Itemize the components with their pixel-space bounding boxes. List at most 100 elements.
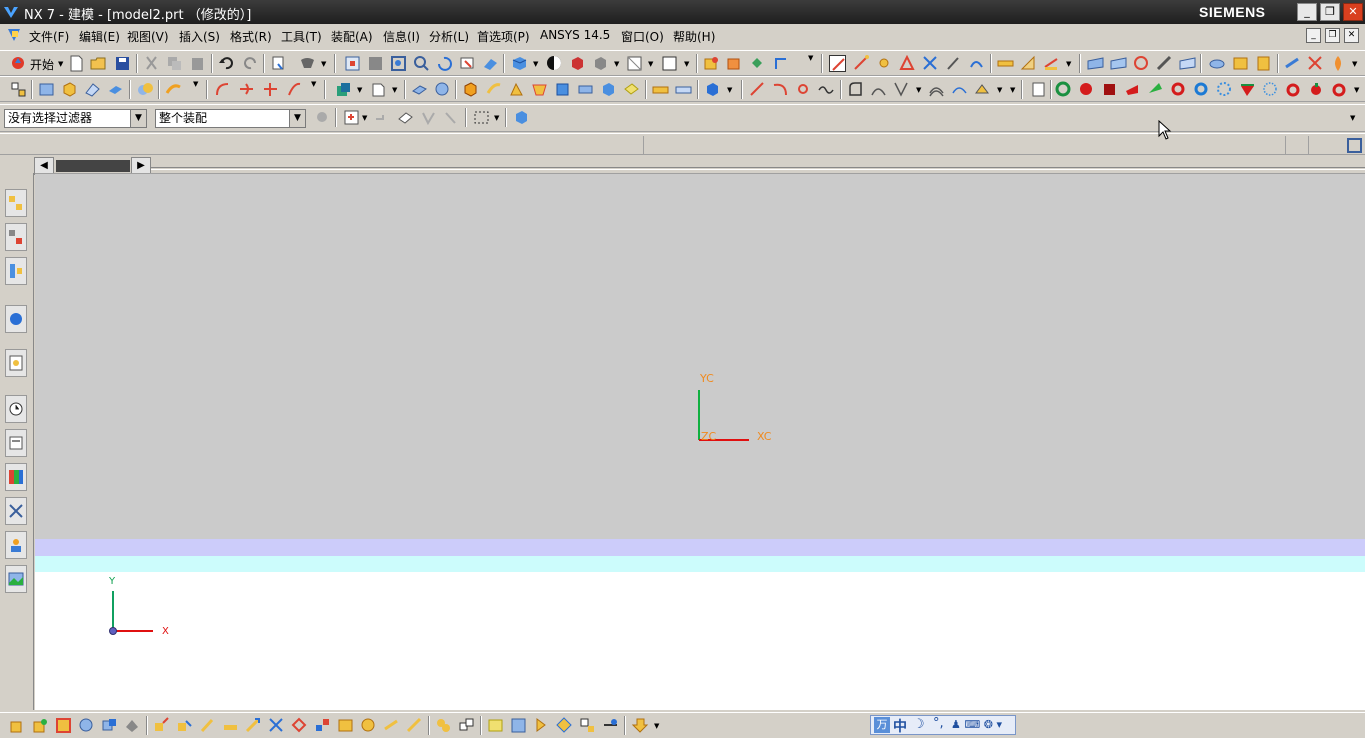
arrangement-icon[interactable] [579,717,596,734]
system-scenes-button[interactable] [5,565,27,593]
red-ring-icon[interactable] [1170,81,1187,98]
background-dropdown-icon[interactable]: ▼ [684,60,689,68]
touch-mode-icon[interactable] [299,55,316,72]
orient-view-icon[interactable] [626,55,643,72]
wrap-curve-icon[interactable] [974,81,991,98]
assembly-sequence-icon[interactable] [510,717,527,734]
point-icon[interactable] [795,81,812,98]
edge-blend-icon[interactable] [165,81,182,98]
red-leaf-icon[interactable] [1308,81,1325,98]
drafting-sheet-icon[interactable] [1030,81,1047,98]
selection-filter-combo[interactable]: 没有选择过滤器 ▼ [4,109,147,128]
menu-analysis[interactable]: 分析(L) [429,28,469,45]
show-all-icon[interactable] [726,55,743,72]
menu-format[interactable]: 格式(R) [230,28,272,45]
mold-icon[interactable] [1307,55,1324,72]
process-studio-button[interactable] [5,463,27,491]
menu-tools[interactable]: 工具(T) [281,28,322,45]
ime-language-toggle[interactable]: 中 [893,716,907,736]
explode-icon[interactable] [153,717,170,734]
measure-angle-icon[interactable] [1020,55,1037,72]
rectangle-select-icon[interactable] [473,109,490,126]
close-button[interactable]: ✕ [1343,3,1363,21]
fit-view-icon[interactable] [344,55,361,72]
curve-on-surface-icon[interactable] [870,81,887,98]
explode-hide-icon[interactable] [268,717,285,734]
doc-close-button[interactable]: ✕ [1344,28,1359,43]
hidden-edge-icon[interactable] [592,55,609,72]
menu-window[interactable]: 窗口(O) [621,28,664,45]
menu-help[interactable]: 帮助(H) [673,28,715,45]
feature-overflow-icon[interactable]: ▼ [193,80,198,88]
cube-icon[interactable] [61,81,78,98]
explode-show-icon[interactable] [291,717,308,734]
select-body-icon[interactable] [443,109,460,126]
graphics-window[interactable]: YC XC ZC [35,173,1365,539]
pan-icon[interactable] [459,55,476,72]
ime-tools-icons[interactable]: ♟ ⌨ ❂ ▾ [951,718,1002,731]
manufacturing-wizard-button[interactable] [5,497,27,525]
ime-logo-icon[interactable]: 万 [874,717,890,733]
open-folder-icon[interactable] [90,55,107,72]
curve-overflow-icon[interactable]: ▼ [311,80,316,88]
extrude-icon[interactable] [84,81,101,98]
background-icon[interactable] [661,55,678,72]
show-hide-icon[interactable] [703,55,720,72]
wcs-icon[interactable] [772,55,789,72]
surface-c-icon[interactable] [1133,55,1150,72]
pad-icon[interactable] [623,81,640,98]
repeat-command-icon[interactable] [270,55,287,72]
zoom-in-out-icon[interactable] [413,55,430,72]
slot-icon[interactable] [652,81,669,98]
surface-d-icon[interactable] [1156,55,1173,72]
cone-icon[interactable] [508,81,525,98]
red-box-icon[interactable] [1101,81,1118,98]
measure-body-icon[interactable] [1043,55,1060,72]
select-curve-icon[interactable] [373,109,390,126]
toolbar-more-icon[interactable]: ▼ [1352,60,1357,68]
fullscreen-icon[interactable] [1346,137,1362,153]
row2-overflow-icon[interactable]: ▼ [1354,86,1359,94]
product-interface-icon[interactable] [556,717,573,734]
face-analysis-icon[interactable] [546,55,563,72]
constraint-navigator-button[interactable] [5,223,27,251]
doc-restore-button[interactable]: ❐ [1325,28,1340,43]
start-dropdown-icon[interactable]: ▼ [58,60,63,68]
red-spike-icon[interactable] [1239,81,1256,98]
red-loop-icon[interactable] [1285,81,1302,98]
assembly-add-icon[interactable] [9,717,26,734]
toolbar-overflow-icon[interactable]: ▼ [808,54,813,62]
offset-face-icon[interactable] [370,81,387,98]
blue-ring-icon[interactable] [1193,81,1210,98]
assembly-mate-icon[interactable] [78,717,95,734]
gear-a-icon[interactable] [1209,55,1226,72]
redo-icon[interactable] [242,55,259,72]
select-dropdown-icon[interactable]: ▼ [362,114,367,122]
feature-group-dropdown-icon[interactable]: ▼ [727,86,732,94]
curve-ops-dropdown-icon[interactable]: ▼ [997,86,1002,94]
rectangle-select-dropdown-icon[interactable]: ▼ [494,114,499,122]
undo-icon[interactable] [218,55,235,72]
wave-geometry-icon[interactable] [406,717,423,734]
offset-dropdown-icon[interactable]: ▼ [392,86,397,94]
assembly-array-icon[interactable] [124,717,141,734]
reverse-show-icon[interactable] [749,55,766,72]
snap-intersection-icon[interactable] [922,55,939,72]
explode-delete-icon[interactable] [245,717,262,734]
menu-preferences[interactable]: 首选项(P) [477,28,530,45]
blue-dotted-gear-icon[interactable] [1262,81,1279,98]
hole-icon[interactable] [554,81,571,98]
explode-auto-icon[interactable] [199,717,216,734]
assembly-cut-icon[interactable] [533,717,550,734]
explode-unexplode-icon[interactable] [222,717,239,734]
hd3d-tools-button[interactable] [5,349,27,377]
copy-icon[interactable] [166,55,183,72]
new-file-icon[interactable] [68,55,85,72]
offset-curve-icon[interactable] [928,81,945,98]
transparent-view-icon[interactable] [569,55,586,72]
minimize-button[interactable]: _ [1297,3,1317,21]
move-face-icon[interactable] [411,81,428,98]
chevron-down-icon[interactable]: ▼ [130,110,146,127]
document-menu-icon[interactable] [6,27,22,43]
book-icon[interactable] [38,81,55,98]
